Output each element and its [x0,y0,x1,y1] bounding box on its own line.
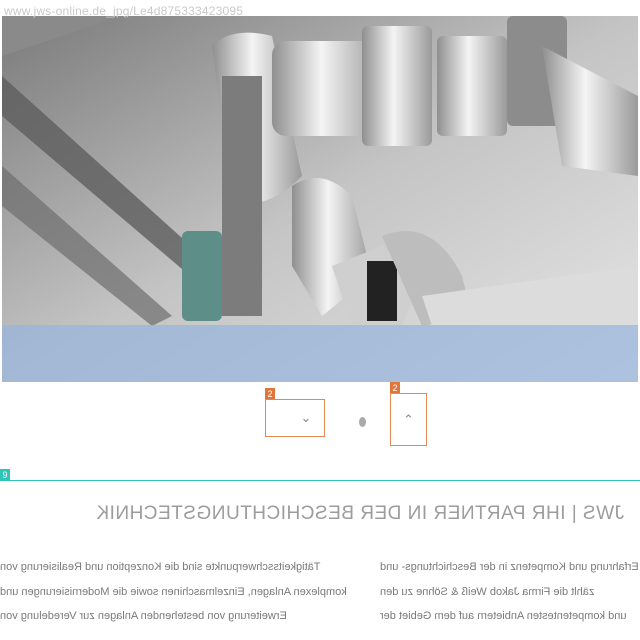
text-line: Erweiterung von bestehenden Anlagen zur … [0,610,287,622]
text-line: Tätigkeitsschwerpunkte sind die Konzepti… [0,561,321,573]
text-line: zählt die Firma Jakob Weiß & Söhne zu de… [380,585,595,598]
section-title: JWS | IHR PARTNER IN DER BESCHICHTUNGSTE… [95,503,625,524]
text-line: Mit Erfahrung und Kompetenz in der Besch… [380,561,640,573]
carousel-next-button[interactable]: ⌃ [390,393,427,446]
carousel-nav: 2 ⌄ 2 ⌃ [0,382,640,452]
text-line: komplexen Anlagen, Einzelmaschinen sowie… [0,585,347,598]
intro-column-left: Tätigkeitsschwerpunkte sind die Konzepti… [0,555,352,629]
watermark-text: www.jws-online.de_jpg/Le4d875333423095 [4,4,244,18]
section-badge: 9 [0,469,10,481]
chevron-down-icon: ⌄ [300,410,312,425]
intro-column-right: Mit Erfahrung und Kompetenz in der Besch… [380,555,640,629]
text-line: und kompetentesten Anbietern auf dem Geb… [380,610,627,622]
intro-section: 9 JWS | IHR PARTNER IN DER BESCHICHTUNGS… [0,469,640,640]
carousel-dot[interactable] [359,417,366,427]
carousel-prev-button[interactable]: ⌄ [265,399,325,437]
chevron-up-icon: ⌃ [403,411,414,427]
hero-caption-band [2,325,638,382]
hero-slider-image [2,16,638,382]
